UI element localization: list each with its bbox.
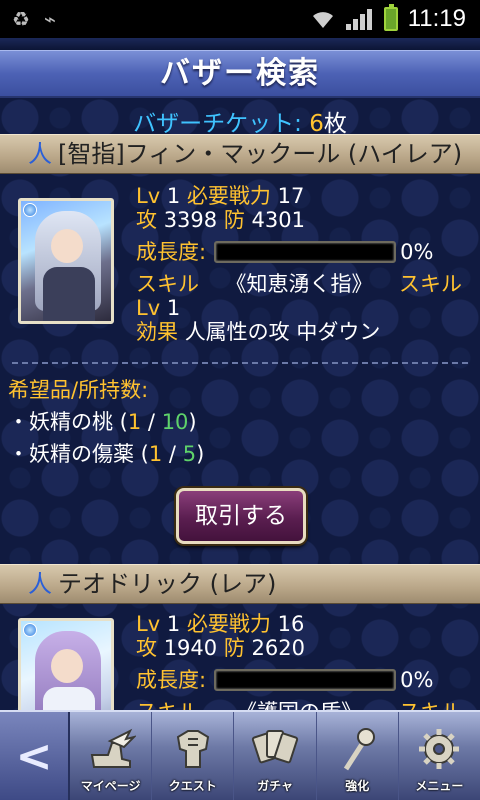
wish-item-total: 5: [182, 442, 197, 466]
clock: 11:19: [407, 5, 466, 32]
skill-lv-value: 1: [166, 296, 181, 320]
skill-label: スキル: [136, 700, 199, 710]
def-value: 4301: [251, 208, 305, 232]
skill-label: スキル: [136, 272, 199, 296]
wish-item-total: 10: [161, 410, 189, 434]
page-title: バザー検索: [160, 56, 320, 91]
cards-icon: [251, 730, 299, 764]
signal-icon: [345, 8, 374, 30]
power-value: 16: [277, 612, 305, 636]
card-name: [智指]フィン・マックール (ハイレア): [58, 140, 463, 168]
ticket-count: バザーチケット: 6枚: [0, 104, 480, 138]
growth-row: 成長度: 0%: [136, 240, 476, 264]
usb-icon: ⌁: [43, 7, 56, 31]
lv-value: 1: [166, 184, 181, 208]
nav-menu[interactable]: メニュー: [399, 712, 480, 800]
lv-value: 1: [166, 612, 181, 636]
wish-list: 希望品/所持数: ・妖精の桃 (1 / 10) ・妖精の傷薬 (1 / 5): [8, 374, 204, 470]
lv-label: Lv: [136, 612, 161, 636]
card-portrait[interactable]: [18, 198, 114, 324]
nav-label: ガチャ: [257, 779, 293, 793]
def-label: 防: [223, 636, 245, 660]
page-title-bar: バザー検索: [0, 50, 480, 98]
card-race: 人: [28, 570, 52, 598]
growth-percent: 0%: [400, 668, 434, 692]
wish-item-count: 1: [127, 410, 142, 434]
effect-text: 人属性の攻 中ダウン: [184, 320, 381, 344]
wish-item: ・妖精の桃 (1 / 10): [8, 410, 197, 434]
nav-mypage[interactable]: マイページ: [70, 712, 153, 800]
atk-value: 1940: [163, 636, 218, 660]
back-arrow-icon: <: [15, 730, 53, 782]
nav-label: メニュー: [415, 779, 464, 793]
wish-item-count: 1: [148, 442, 163, 466]
power-value: 17: [277, 184, 305, 208]
skill-label-2: スキル: [399, 700, 462, 710]
card-header: 人 [智指]フィン・マックール (ハイレア): [0, 134, 480, 174]
skill-name: 《知恵湧く指》: [225, 272, 373, 296]
lv-label: Lv: [136, 184, 161, 208]
def-label: 防: [223, 208, 245, 232]
power-label: 必要戦力: [186, 612, 271, 636]
skill-label-2: スキル: [399, 272, 462, 296]
growth-percent: 0%: [400, 240, 434, 264]
growth-gauge: [214, 669, 397, 691]
power-label: 必要戦力: [186, 184, 271, 208]
nav-gacha[interactable]: ガチャ: [234, 712, 317, 800]
wish-label: 希望品: [8, 378, 71, 402]
card-race: 人: [28, 140, 52, 168]
card-header: 人テオドリック (レア): [0, 564, 480, 604]
status-bar: ♻ ⌁ 11:19: [0, 0, 480, 38]
growth-gauge: [214, 241, 397, 263]
staff-icon: [344, 728, 376, 771]
growth-label: 成長度:: [136, 668, 207, 692]
bottom-nav: < マイページ クエスト ガチャ 強化 メニュー: [0, 710, 480, 800]
growth-label: 成長度:: [136, 240, 207, 264]
nav-label: クエスト: [168, 779, 217, 793]
gear-icon: [419, 729, 460, 769]
skill-name: 《護国の盾》: [236, 700, 362, 710]
nav-quest[interactable]: クエスト: [152, 712, 235, 800]
battery-icon: [383, 4, 398, 31]
wifi-icon: [312, 12, 333, 28]
atk-label: 攻: [136, 636, 157, 660]
growth-row: 成長度: 0%: [136, 668, 476, 692]
card-portrait[interactable]: [18, 618, 114, 710]
effect-label: 効果: [136, 320, 178, 344]
wish-item-name: 妖精の傷薬: [29, 442, 134, 466]
nav-label: マイページ: [80, 779, 141, 793]
atk-value: 3398: [163, 208, 218, 232]
card-stats: Lv 1 必要戦力 16 攻 1940 防 2620 成長度: 0% スキル 《…: [136, 612, 476, 710]
atk-label: 攻: [136, 208, 157, 232]
owned-label: /所持数:: [71, 378, 149, 402]
def-value: 2620: [251, 636, 305, 660]
card-stats: Lv 1 必要戦力 17 攻 3398 防 4301 成長度: 0% スキル 《…: [136, 184, 476, 344]
nav-enhance[interactable]: 強化: [317, 712, 399, 800]
recycle-icon: ♻: [12, 7, 30, 31]
armor-icon: [176, 730, 209, 768]
bazaar-content[interactable]: バザーチケット: 6枚 人 [智指]フィン・マックール (ハイレア) Lv 1 必…: [0, 98, 480, 710]
winged-boot-icon: [90, 728, 136, 768]
skill-lv-label: Lv: [136, 296, 161, 320]
back-button[interactable]: <: [0, 712, 70, 800]
trade-button[interactable]: 取引する: [176, 488, 306, 544]
divider: [12, 362, 468, 364]
wish-item-name: 妖精の桃: [29, 410, 113, 434]
attribute-gem-icon: [23, 203, 37, 217]
attribute-gem-icon: [23, 623, 37, 637]
nav-label: 強化: [345, 779, 370, 793]
wish-item: ・妖精の傷薬 (1 / 5): [8, 442, 205, 466]
card-name: テオドリック (レア): [58, 570, 277, 598]
